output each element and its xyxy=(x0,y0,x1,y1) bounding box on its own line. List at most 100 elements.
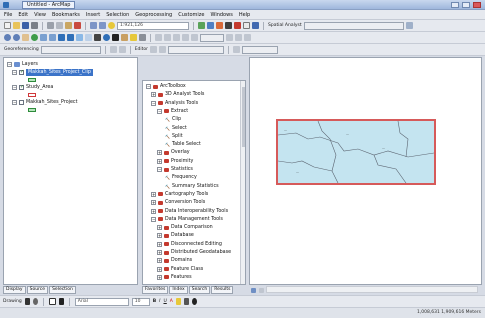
collapse-icon[interactable]: − xyxy=(12,85,17,90)
map-horizontal-scrollbar[interactable] xyxy=(266,286,478,293)
layer-fill-swatch[interactable] xyxy=(28,77,36,82)
data-frame[interactable]: — — — — xyxy=(276,119,436,185)
expand-collapse-icon[interactable]: + xyxy=(157,158,162,164)
toolbox-item-tool[interactable]: 🔨 Split xyxy=(165,133,183,140)
editor-label[interactable]: Editor xyxy=(135,47,148,52)
toc-layer-symbol[interactable] xyxy=(28,76,36,83)
text-icon[interactable] xyxy=(58,298,64,305)
toolbox-item-toolbox[interactable]: − Analysis Tools xyxy=(151,100,198,107)
expand-collapse-icon[interactable]: − xyxy=(151,100,156,106)
expand-collapse-icon[interactable]: + xyxy=(151,92,156,98)
map-view[interactable]: — — — — xyxy=(249,57,482,285)
expand-collapse-icon[interactable]: + xyxy=(157,274,162,280)
copy-icon[interactable] xyxy=(56,22,63,29)
toolbox-item-toolset[interactable]: − Extract xyxy=(157,108,188,115)
toc-layer-label[interactable]: Makkah_Sites_Project xyxy=(26,99,77,106)
layer-fill-swatch[interactable] xyxy=(28,107,36,112)
spatial-analyst-label[interactable]: Spatial Analyst xyxy=(268,23,302,28)
expand-collapse-icon[interactable]: + xyxy=(151,200,156,206)
full-extent-icon[interactable] xyxy=(31,34,38,41)
toolbox-item-toolset[interactable]: + Disconnected Editing xyxy=(157,241,222,248)
toc-layer-label[interactable]: Makkah_Sites_Project_Clip xyxy=(26,69,93,76)
collapse-icon[interactable]: − xyxy=(12,70,17,75)
fixed-zoom-out-icon[interactable] xyxy=(49,34,56,41)
tab-favorites[interactable]: Favorites xyxy=(142,286,169,294)
georeferencing-label[interactable]: Georeferencing xyxy=(4,47,39,52)
toolbox-item-tool[interactable]: 🔨 Table Select xyxy=(165,141,201,148)
maximize-icon[interactable] xyxy=(462,2,470,8)
toolbox-item-toolset[interactable]: + Data Comparison xyxy=(157,224,213,231)
search-window-icon[interactable] xyxy=(225,22,232,29)
select-elements-icon[interactable] xyxy=(94,34,101,41)
find-icon[interactable] xyxy=(112,34,119,41)
tab-selection[interactable]: Selection xyxy=(49,286,76,294)
toolbox-item-toolbox[interactable]: + Cartography Tools xyxy=(151,191,208,198)
toolbox-item-toolbox[interactable]: + Data Interoperability Tools xyxy=(151,208,228,215)
toolbox-item-toolbox[interactable]: +3D Analyst Tools xyxy=(151,91,204,98)
expand-collapse-icon[interactable]: + xyxy=(157,233,162,239)
layout-zoom-in-icon[interactable] xyxy=(155,34,162,41)
toolbox-item-root[interactable]: − ArcToolbox xyxy=(146,83,186,90)
zoom-whole-page-icon[interactable] xyxy=(182,34,189,41)
underline-button[interactable]: U xyxy=(163,299,166,304)
toolbox-item-toolset[interactable]: − Statistics xyxy=(157,166,193,173)
minimize-icon[interactable] xyxy=(451,2,459,8)
toc-layer-symbol[interactable] xyxy=(28,106,36,113)
marker-color-icon[interactable] xyxy=(191,298,197,305)
paste-icon[interactable] xyxy=(65,22,72,29)
toc-layer-row[interactable]: − Makkah_Sites_Project xyxy=(12,99,77,106)
zoom-out-icon[interactable] xyxy=(13,34,20,41)
layer-outline-swatch[interactable] xyxy=(28,92,36,97)
table-of-contents-icon[interactable] xyxy=(207,22,214,29)
layout-view-icon[interactable] xyxy=(259,287,264,293)
tab-results[interactable]: Results xyxy=(211,286,234,294)
fixed-zoom-in-icon[interactable] xyxy=(40,34,47,41)
tab-display[interactable]: Display xyxy=(3,286,26,294)
open-folder-icon[interactable] xyxy=(13,22,20,29)
layout-zoom-out-icon[interactable] xyxy=(164,34,171,41)
font-size-combo[interactable]: 10 xyxy=(131,297,150,306)
menu-windows[interactable]: Windows xyxy=(210,12,232,18)
layer-visibility-checkbox[interactable]: ✓ xyxy=(19,70,24,75)
toolbox-item-toolbox[interactable]: + Conversion Tools xyxy=(151,199,205,206)
clear-selection-icon[interactable] xyxy=(85,34,92,41)
undo-icon[interactable] xyxy=(90,22,97,29)
arctoolbox-icon[interactable] xyxy=(234,22,241,29)
window-title-tab[interactable]: Untitled - ArcMap xyxy=(22,1,76,9)
identify-icon[interactable] xyxy=(103,34,110,41)
toolbox-item-toolbox[interactable]: − Data Management Tools xyxy=(151,216,223,223)
menu-insert[interactable]: Insert xyxy=(86,12,100,18)
menu-bookmarks[interactable]: Bookmarks xyxy=(52,12,80,18)
collapse-icon[interactable]: − xyxy=(12,100,17,105)
menu-file[interactable]: File xyxy=(4,12,12,18)
toc-layer-symbol[interactable] xyxy=(28,91,36,98)
toolbox-item-toolset[interactable]: + Overlay xyxy=(157,149,190,156)
cut-icon[interactable] xyxy=(47,22,54,29)
toc-layers-root[interactable]: − Layers xyxy=(7,61,38,68)
expand-collapse-icon[interactable]: + xyxy=(157,258,162,264)
expand-collapse-icon[interactable]: + xyxy=(151,208,156,214)
layer-visibility-checkbox[interactable] xyxy=(19,100,24,105)
toc-layer-row[interactable]: − ✓ Makkah_Sites_Project_Clip xyxy=(12,69,93,76)
toolbox-item-toolset[interactable]: + Distributed Geodatabase xyxy=(157,249,231,256)
bold-button[interactable]: B xyxy=(153,299,156,304)
tab-search[interactable]: Search xyxy=(188,286,211,294)
pan-hand-icon[interactable] xyxy=(22,34,29,41)
toc-layer-label[interactable]: Study_Area xyxy=(26,84,53,91)
editor-toolbar-icon[interactable] xyxy=(198,22,205,29)
time-slider-icon[interactable] xyxy=(139,34,146,41)
toggle-draft-mode-icon[interactable] xyxy=(226,34,233,41)
expand-collapse-icon[interactable]: + xyxy=(157,250,162,255)
toolbox-item-toolset[interactable]: + Database xyxy=(157,232,194,239)
forward-extent-icon[interactable] xyxy=(67,34,74,41)
line-color-icon[interactable] xyxy=(183,298,189,305)
toolbox-item-toolset[interactable]: + Features xyxy=(157,274,192,281)
new-document-icon[interactable] xyxy=(4,22,11,29)
toc-layer-row[interactable]: − ✓ Study_Area xyxy=(12,84,53,91)
select-features-icon[interactable] xyxy=(76,34,83,41)
menu-edit[interactable]: Edit xyxy=(18,12,28,18)
map-scale-combo[interactable]: 1:921,126 xyxy=(117,21,189,30)
model-builder-icon[interactable] xyxy=(252,22,259,29)
data-view-icon[interactable] xyxy=(251,287,256,293)
measure-icon[interactable] xyxy=(121,34,128,41)
